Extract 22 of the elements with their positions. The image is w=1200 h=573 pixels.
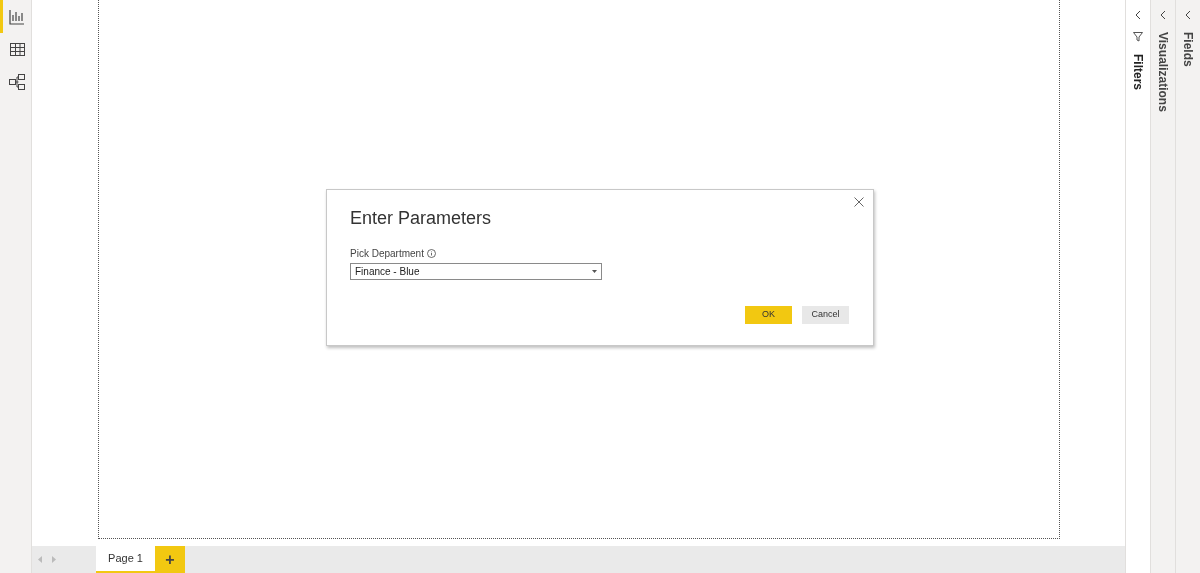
close-icon[interactable] — [854, 197, 864, 207]
dropdown-arrow-icon — [592, 270, 597, 273]
field-label: Pick Department — [350, 247, 424, 261]
chevron-left-icon[interactable] — [1135, 10, 1141, 20]
model-icon — [8, 74, 26, 91]
info-icon — [426, 249, 436, 258]
chevron-left-icon[interactable] — [1160, 10, 1166, 20]
pane-title: Fields — [1180, 32, 1196, 67]
chevron-left-icon[interactable] — [1185, 10, 1191, 20]
page-tab[interactable]: Page 1 — [96, 546, 155, 573]
side-pane[interactable]: Visualizations — [1150, 0, 1175, 573]
dialog-title: Enter Parameters — [350, 207, 493, 230]
ok-button[interactable]: OK — [745, 306, 792, 324]
department-dropdown[interactable]: Finance - Blue — [350, 263, 602, 280]
table-icon — [9, 43, 25, 56]
pane-title: Visualizations — [1155, 32, 1171, 112]
cancel-button[interactable]: Cancel — [802, 306, 849, 324]
funnel-icon — [1133, 32, 1143, 42]
pane-title: Filters — [1130, 54, 1146, 90]
bar-chart-icon — [9, 8, 25, 25]
side-pane[interactable]: Fields — [1175, 0, 1200, 573]
add-page-button[interactable]: + — [155, 546, 185, 573]
